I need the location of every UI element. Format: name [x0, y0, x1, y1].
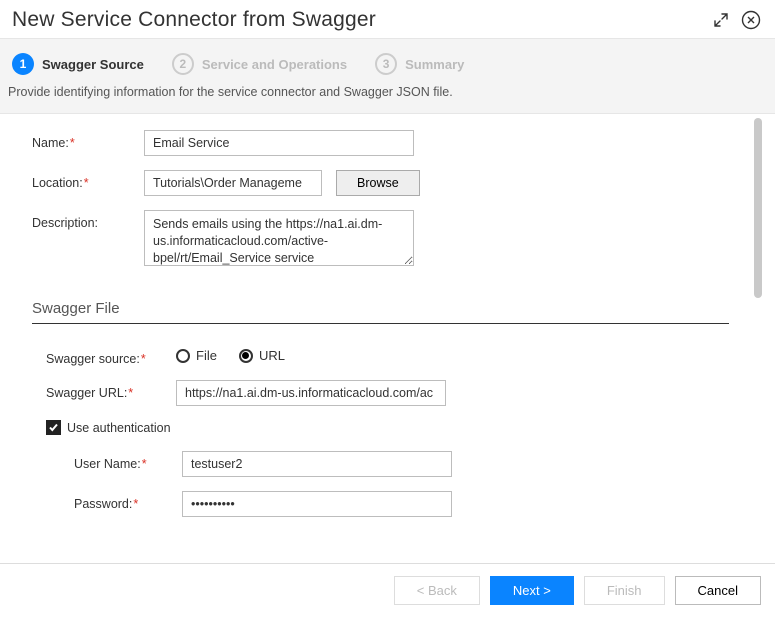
- divider: [32, 323, 729, 324]
- back-button[interactable]: < Back: [394, 576, 480, 605]
- use-authentication-checkbox[interactable]: Use authentication: [46, 420, 729, 435]
- maximize-icon[interactable]: [709, 8, 733, 32]
- radio-file[interactable]: File: [176, 348, 217, 363]
- location-input[interactable]: [144, 170, 322, 196]
- description-label: Description:: [32, 210, 144, 230]
- instruction-text: Provide identifying information for the …: [0, 85, 775, 103]
- checkmark-icon: [46, 420, 61, 435]
- location-label: Location:*: [32, 170, 144, 190]
- radio-file-icon: [176, 349, 190, 363]
- dialog-title: New Service Connector from Swagger: [12, 8, 703, 32]
- close-icon[interactable]: [739, 8, 763, 32]
- wizard-header: 1 Swagger Source 2 Service and Operation…: [0, 38, 775, 114]
- username-input[interactable]: [182, 451, 452, 477]
- radio-url-icon: [239, 349, 253, 363]
- swagger-file-heading: Swagger File: [32, 300, 729, 317]
- cancel-button[interactable]: Cancel: [675, 576, 761, 605]
- name-input[interactable]: [144, 130, 414, 156]
- step-service-operations[interactable]: 2 Service and Operations: [172, 53, 347, 75]
- title-bar: New Service Connector from Swagger: [0, 0, 775, 38]
- username-label: User Name:*: [74, 451, 182, 471]
- scrollbar-thumb[interactable]: [754, 118, 762, 298]
- scrollbar[interactable]: [753, 114, 763, 563]
- swagger-source-label: Swagger source:*: [46, 346, 176, 366]
- name-label: Name:*: [32, 130, 144, 150]
- swagger-url-label: Swagger URL:*: [46, 380, 176, 400]
- step-swagger-source[interactable]: 1 Swagger Source: [12, 53, 144, 75]
- radio-url[interactable]: URL: [239, 348, 285, 363]
- finish-button[interactable]: Finish: [584, 576, 665, 605]
- password-input[interactable]: [182, 491, 452, 517]
- description-textarea[interactable]: [144, 210, 414, 266]
- footer: < Back Next > Finish Cancel: [0, 563, 775, 617]
- password-label: Password:*: [74, 491, 182, 511]
- next-button[interactable]: Next >: [490, 576, 574, 605]
- form-body: Name:* Location:* Browse Description: Sw…: [8, 114, 753, 563]
- browse-button[interactable]: Browse: [336, 170, 420, 196]
- swagger-url-input[interactable]: [176, 380, 446, 406]
- step-summary[interactable]: 3 Summary: [375, 53, 464, 75]
